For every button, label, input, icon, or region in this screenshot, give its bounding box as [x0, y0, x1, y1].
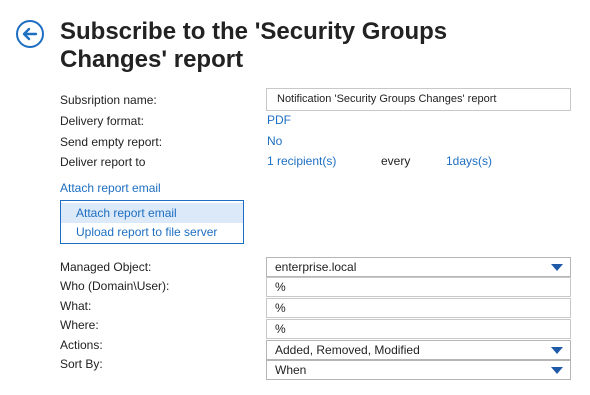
delivery-format-label: Delivery format: — [60, 114, 145, 128]
recipients-link[interactable]: 1 recipient(s) — [267, 154, 336, 168]
managed-object-select[interactable]: enterprise.local — [266, 257, 571, 277]
actions-label: Actions: — [60, 338, 103, 352]
menu-item-attach-email[interactable]: Attach report email — [61, 203, 243, 223]
sort-by-value: When — [275, 363, 307, 377]
delivery-format-link[interactable]: PDF — [267, 113, 291, 127]
actions-select[interactable]: Added, Removed, Modified — [266, 340, 571, 360]
send-empty-link[interactable]: No — [267, 134, 282, 148]
menu-item-upload-file-server[interactable]: Upload report to file server — [61, 222, 243, 242]
chevron-down-icon — [551, 367, 563, 374]
subscription-name-field[interactable]: Notification 'Security Groups Changes' r… — [266, 88, 571, 111]
page-title: Subscribe to the 'Security Groups Change… — [60, 18, 448, 73]
actions-value: Added, Removed, Modified — [275, 343, 420, 357]
deliver-to-label: Deliver report to — [60, 155, 146, 169]
back-arrow-icon — [22, 27, 38, 41]
subscription-name-label: Subsription name: — [60, 93, 157, 107]
managed-object-value: enterprise.local — [275, 260, 357, 274]
every-label: every — [381, 154, 411, 168]
attach-options-menu: Attach report email Upload report to fil… — [60, 200, 244, 244]
what-label: What: — [60, 299, 92, 313]
back-button[interactable] — [16, 20, 44, 48]
sort-by-select[interactable]: When — [266, 360, 571, 380]
who-input[interactable]: % — [266, 277, 571, 297]
attach-report-link[interactable]: Attach report email — [60, 181, 161, 195]
who-label: Who (Domain\User): — [60, 279, 170, 293]
sort-by-label: Sort By: — [60, 357, 103, 371]
managed-object-label: Managed Object: — [60, 260, 152, 274]
chevron-down-icon — [551, 264, 563, 271]
chevron-down-icon — [551, 347, 563, 354]
send-empty-label: Send empty report: — [60, 135, 163, 149]
what-input[interactable]: % — [266, 298, 571, 318]
where-input[interactable]: % — [266, 319, 571, 339]
where-label: Where: — [60, 318, 99, 332]
interval-link[interactable]: 1days(s) — [446, 154, 492, 168]
